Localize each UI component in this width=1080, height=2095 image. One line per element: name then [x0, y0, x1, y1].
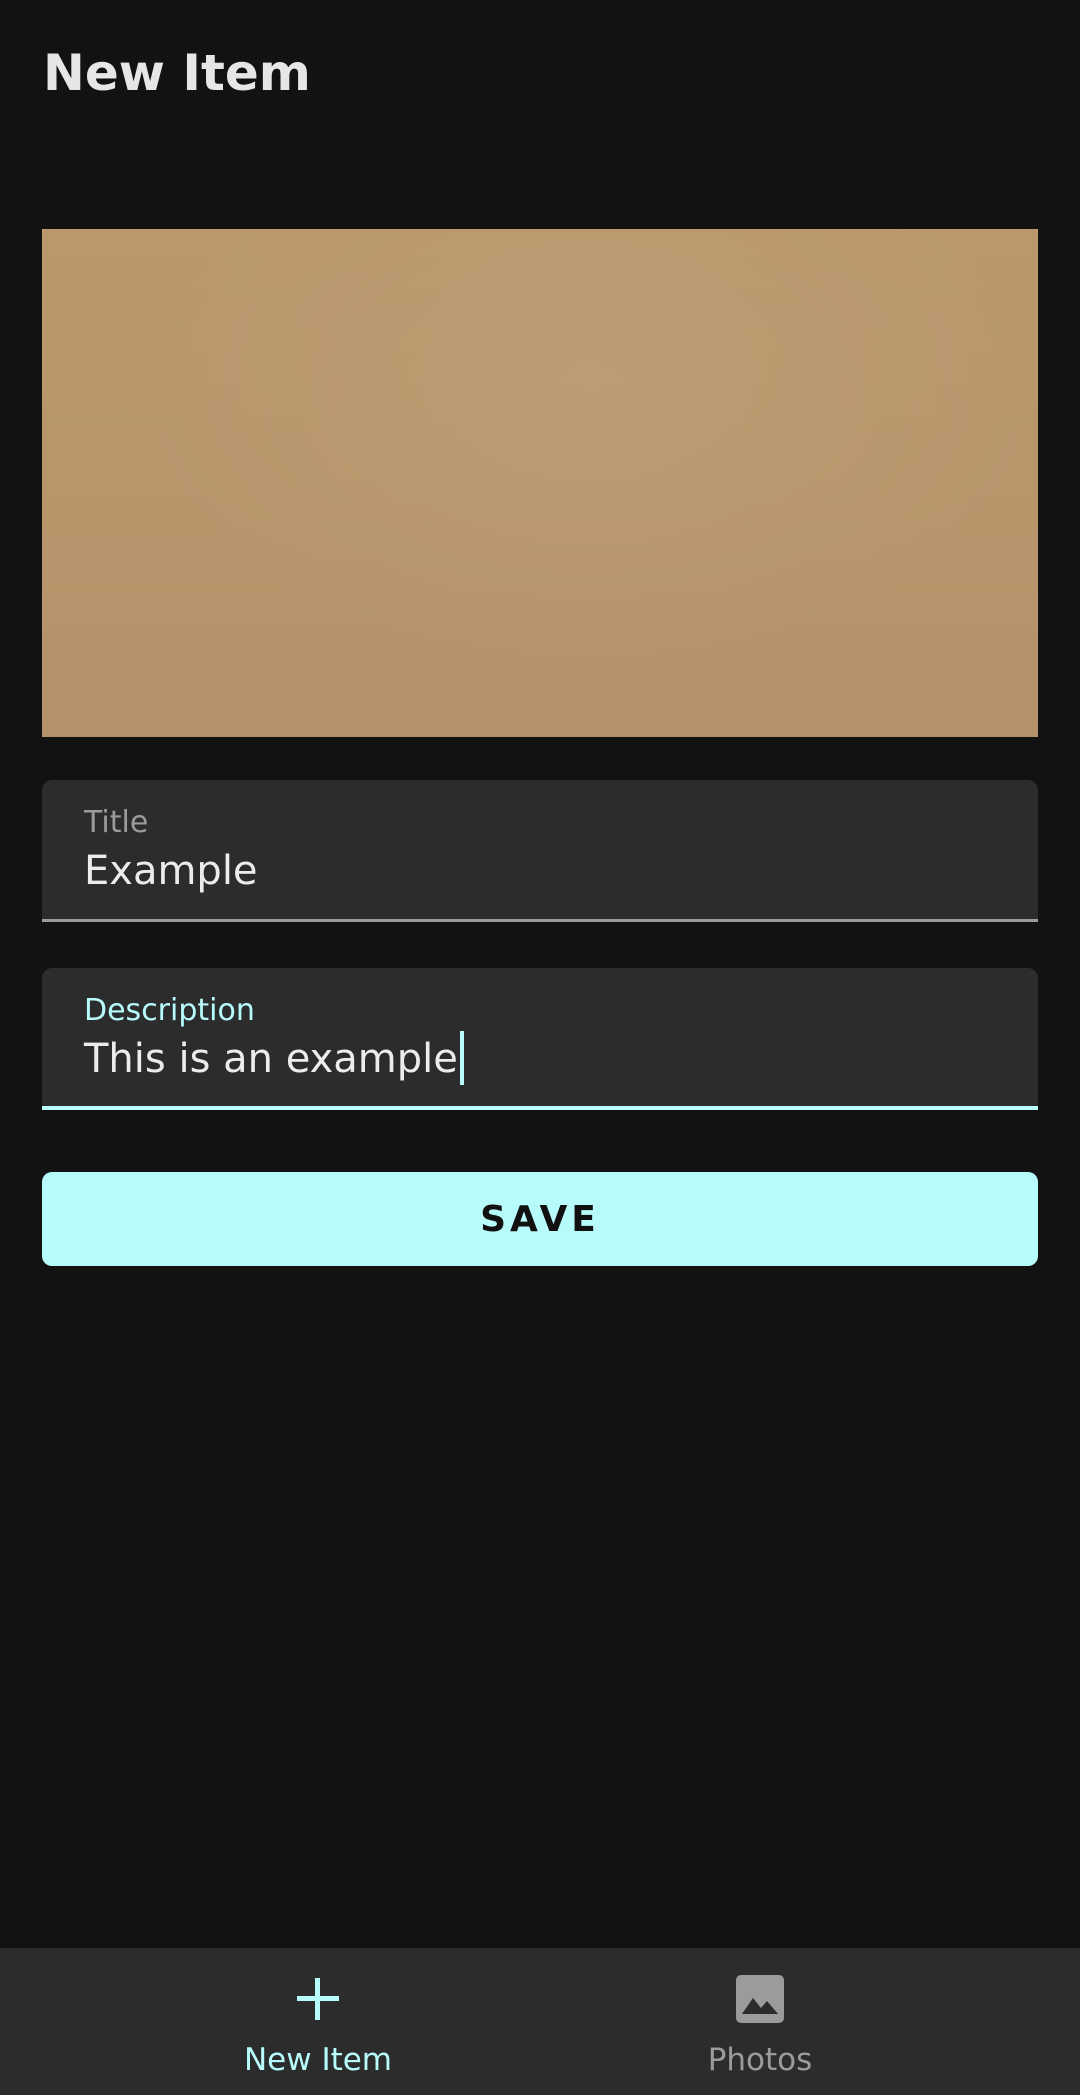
bottom-navigation: New Item Photos: [0, 1948, 1080, 2095]
nav-item-new-item[interactable]: New Item: [168, 1948, 468, 2095]
image-icon: [736, 1975, 784, 2023]
nav-item-new-item-label: New Item: [243, 2042, 393, 2078]
nav-item-photos-label: Photos: [707, 2042, 813, 2078]
title-field[interactable]: Title Example: [42, 780, 1038, 922]
nav-item-photos[interactable]: Photos: [610, 1948, 910, 2095]
title-field-label: Title: [84, 805, 149, 840]
description-input-value: This is an example: [84, 1036, 458, 1082]
description-input[interactable]: This is an example: [84, 1031, 464, 1085]
plus-icon: [297, 1978, 339, 2020]
photo-preview: [42, 229, 1038, 737]
description-field-label: Description: [84, 993, 255, 1028]
description-field[interactable]: Description This is an example: [42, 968, 1038, 1110]
save-button[interactable]: SAVE: [42, 1172, 1038, 1266]
page-title: New Item: [43, 44, 311, 102]
title-input-value: Example: [84, 848, 258, 894]
title-input[interactable]: Example: [84, 846, 258, 896]
text-caret: [459, 1031, 464, 1085]
